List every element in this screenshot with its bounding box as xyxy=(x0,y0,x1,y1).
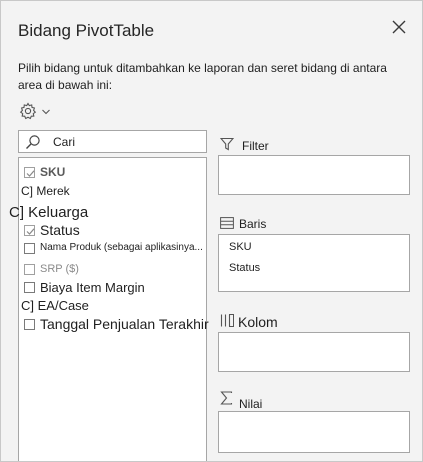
rows-item-status[interactable]: Status xyxy=(229,262,260,274)
pivottable-fields-pane: Bidang PivotTable Pilih bidang untuk dit… xyxy=(0,0,423,462)
gear-icon[interactable] xyxy=(19,102,37,120)
tools-dropdown-button[interactable] xyxy=(19,102,53,120)
columns-icon xyxy=(220,314,234,327)
field-label-sku: SKU xyxy=(40,165,66,179)
checkmark-icon xyxy=(26,228,35,235)
pane-description: Pilih bidang untuk ditambahkan ke lapora… xyxy=(18,61,387,92)
filter-drop-area[interactable] xyxy=(218,155,410,195)
field-checkbox-tanggal-penjualan-terakhir[interactable] xyxy=(24,319,35,330)
sigma-icon xyxy=(220,391,233,405)
field-label-nama-produk: Nama Produk (sebagai aplikasinya... xyxy=(40,242,203,253)
rows-drop-area[interactable]: SKU Status xyxy=(218,234,410,292)
field-checkbox-biaya-item-margin[interactable] xyxy=(24,282,35,293)
close-button[interactable] xyxy=(389,17,409,37)
field-item-merek[interactable]: C] Merek xyxy=(21,184,70,198)
rows-icon xyxy=(220,217,234,229)
field-search-box[interactable] xyxy=(18,130,207,153)
pane-title: Bidang PivotTable xyxy=(18,21,155,40)
field-label-tanggal-penjualan-terakhir: Tanggal Penjualan Terakhir xyxy=(40,316,209,332)
rows-area-label: Baris xyxy=(239,217,267,231)
field-label-srp: SRP ($) xyxy=(40,263,79,275)
close-icon[interactable] xyxy=(389,17,409,37)
field-checkbox-srp[interactable] xyxy=(24,264,35,275)
field-checkbox-nama-produk[interactable] xyxy=(24,243,35,254)
values-area-label: Nilai xyxy=(239,397,263,411)
filter-icon xyxy=(220,137,234,151)
chevron-down-icon[interactable] xyxy=(41,107,51,117)
columns-drop-area[interactable] xyxy=(218,332,410,372)
field-label-biaya-item-margin: Biaya Item Margin xyxy=(40,280,145,295)
field-label-status: Status xyxy=(40,222,80,238)
field-item-ea-case[interactable]: C] EA/Case xyxy=(21,298,89,313)
field-list[interactable]: SKU C] Merek C] Keluarga Status Nama Pro… xyxy=(9,157,209,461)
rows-item-sku[interactable]: SKU xyxy=(229,241,252,253)
search-icon xyxy=(26,135,40,149)
field-item-keluarga[interactable]: C] Keluarga xyxy=(9,204,88,221)
field-checkbox-status[interactable] xyxy=(24,225,35,236)
filter-area-label: Filter xyxy=(242,139,269,153)
columns-area-label: Kolom xyxy=(238,314,278,330)
field-checkbox-sku[interactable] xyxy=(24,167,35,178)
values-drop-area[interactable] xyxy=(218,411,410,453)
checkmark-icon xyxy=(26,170,35,177)
search-input[interactable] xyxy=(53,133,201,150)
